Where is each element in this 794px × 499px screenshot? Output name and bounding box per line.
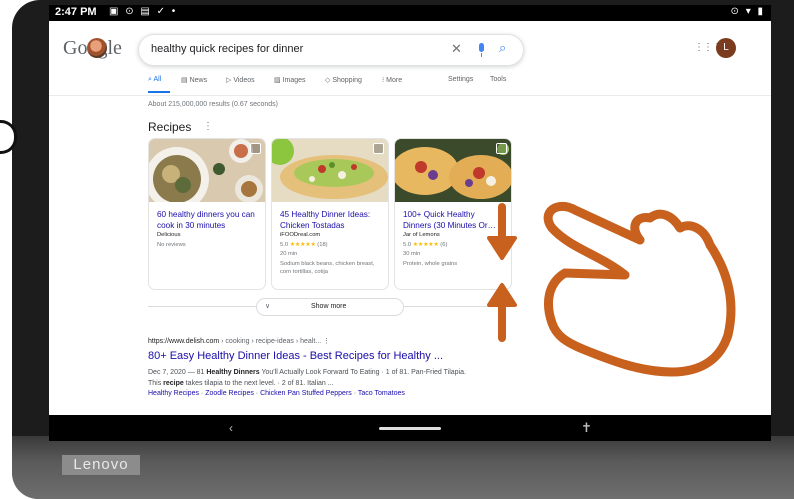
system-status-icons: ⊙ ▾ ▮ <box>730 6 765 17</box>
star-rating-icon: ★★★★★ <box>412 242 439 248</box>
microphone-icon[interactable] <box>479 43 484 57</box>
tab-all[interactable]: ⌕ All <box>148 76 161 84</box>
bookmark-icon[interactable] <box>250 143 261 154</box>
tab-videos[interactable]: ▷ Videos <box>226 76 255 84</box>
clear-icon[interactable]: ✕ <box>451 41 462 57</box>
sitelink[interactable]: Chicken Pan Stuffed Peppers <box>260 390 352 397</box>
sitelink[interactable]: Healthy Recipes <box>148 390 199 397</box>
recipe-card[interactable]: 45 Healthy Dinner Ideas: Chicken Tostada… <box>271 138 389 290</box>
divider <box>49 95 771 96</box>
tablet-screen: 2:47 PM ▣ ⊙ ▤ ✓ • ⊙ ▾ ▮ Google healthy q… <box>49 5 771 441</box>
result-stats: About 215,000,000 results (0.67 seconds) <box>148 101 278 108</box>
recipe-card-rating: 5.0 ★★★★★ (18) <box>280 242 328 248</box>
news-icon: ▤ <box>181 77 190 84</box>
tab-settings[interactable]: Settings <box>448 76 473 83</box>
recipes-heading: Recipes <box>148 120 192 134</box>
recipe-card-description: Protein, whole grains <box>403 261 458 267</box>
image-icon: ▨ <box>274 77 283 84</box>
recipe-card-description: Sodium black beans, chicken breast, corn… <box>280 261 375 275</box>
notification-icons: ▣ ⊙ ▤ ✓ • <box>109 6 178 17</box>
recipe-card[interactable]: 60 healthy dinners you can cook in 30 mi… <box>148 138 266 290</box>
chevron-down-icon: ∨ <box>265 303 271 310</box>
navigation-bar: ‹ ✝ <box>49 415 771 441</box>
show-more-button[interactable]: ∨ Show more <box>256 298 404 316</box>
bookmark-icon[interactable] <box>373 143 384 154</box>
search-icon[interactable]: ⌕ <box>499 40 506 56</box>
recipe-card-time: 20 min <box>280 251 298 257</box>
recipe-card-title[interactable]: 60 healthy dinners you can cook in 30 mi… <box>157 209 259 231</box>
result-snippet: Dec 7, 2020 — 81 Healthy Dinners You'll … <box>148 369 466 387</box>
recipe-card[interactable]: 100+ Quick Healthy Dinners (30 Minutes O… <box>394 138 512 290</box>
recipe-card-time: 30 min <box>403 251 421 257</box>
doodle-icon[interactable] <box>87 38 107 58</box>
tab-news[interactable]: ▤ News <box>181 76 207 84</box>
active-tab-indicator <box>148 91 170 93</box>
recipe-card-source: iFOODreal.com <box>280 232 321 238</box>
result-title-link[interactable]: 80+ Easy Healthy Dinner Ideas - Best Rec… <box>148 350 443 362</box>
search-box[interactable]: healthy quick recipes for dinner ✕ ⌕ <box>138 34 524 66</box>
device-brand-label: Lenovo <box>62 455 140 475</box>
more-vert-icon[interactable]: ⋮ <box>203 121 213 132</box>
recipe-image <box>272 139 388 202</box>
recipe-card-rating: 5.0 ★★★★★ (6) <box>403 242 448 248</box>
search-input[interactable]: healthy quick recipes for dinner <box>151 43 303 55</box>
star-rating-icon: ★★★★★ <box>289 242 316 248</box>
show-more-label: Show more <box>311 303 347 310</box>
recipe-image <box>149 139 265 202</box>
tab-shopping[interactable]: ◇ Shopping <box>325 76 362 84</box>
back-icon[interactable]: ‹ <box>229 421 233 435</box>
accessibility-icon[interactable]: ✝ <box>581 420 592 436</box>
tab-images[interactable]: ▨ Images <box>274 76 306 84</box>
recipe-card-title[interactable]: 100+ Quick Healthy Dinners (30 Minutes O… <box>403 209 505 231</box>
recipe-card-rating: No reviews <box>157 242 186 248</box>
recipe-image <box>395 139 511 202</box>
status-bar: 2:47 PM ▣ ⊙ ▤ ✓ • ⊙ ▾ ▮ <box>49 5 771 21</box>
avatar[interactable]: L <box>716 38 736 58</box>
tab-tools[interactable]: Tools <box>490 76 506 83</box>
sitelink[interactable]: Zoodle Recipes <box>205 390 254 397</box>
status-time: 2:47 PM <box>55 6 97 18</box>
bookmark-icon[interactable] <box>496 143 507 154</box>
recipe-card-source: Delicious <box>157 232 181 238</box>
tab-more[interactable]: ⁝ More <box>382 76 402 84</box>
result-sitelinks: Healthy Recipes · Zoodle Recipes · Chick… <box>148 390 405 397</box>
sitelink[interactable]: Taco Tomatoes <box>358 390 405 397</box>
more-vert-icon[interactable]: ⋮ <box>323 338 330 345</box>
recipe-card-title[interactable]: 45 Healthy Dinner Ideas: Chicken Tostada… <box>280 209 382 231</box>
recipe-card-source: Jar of Lemons <box>403 232 440 238</box>
result-url[interactable]: https://www.delish.com › cooking › recip… <box>148 337 330 345</box>
home-gesture-bar[interactable] <box>379 427 441 430</box>
